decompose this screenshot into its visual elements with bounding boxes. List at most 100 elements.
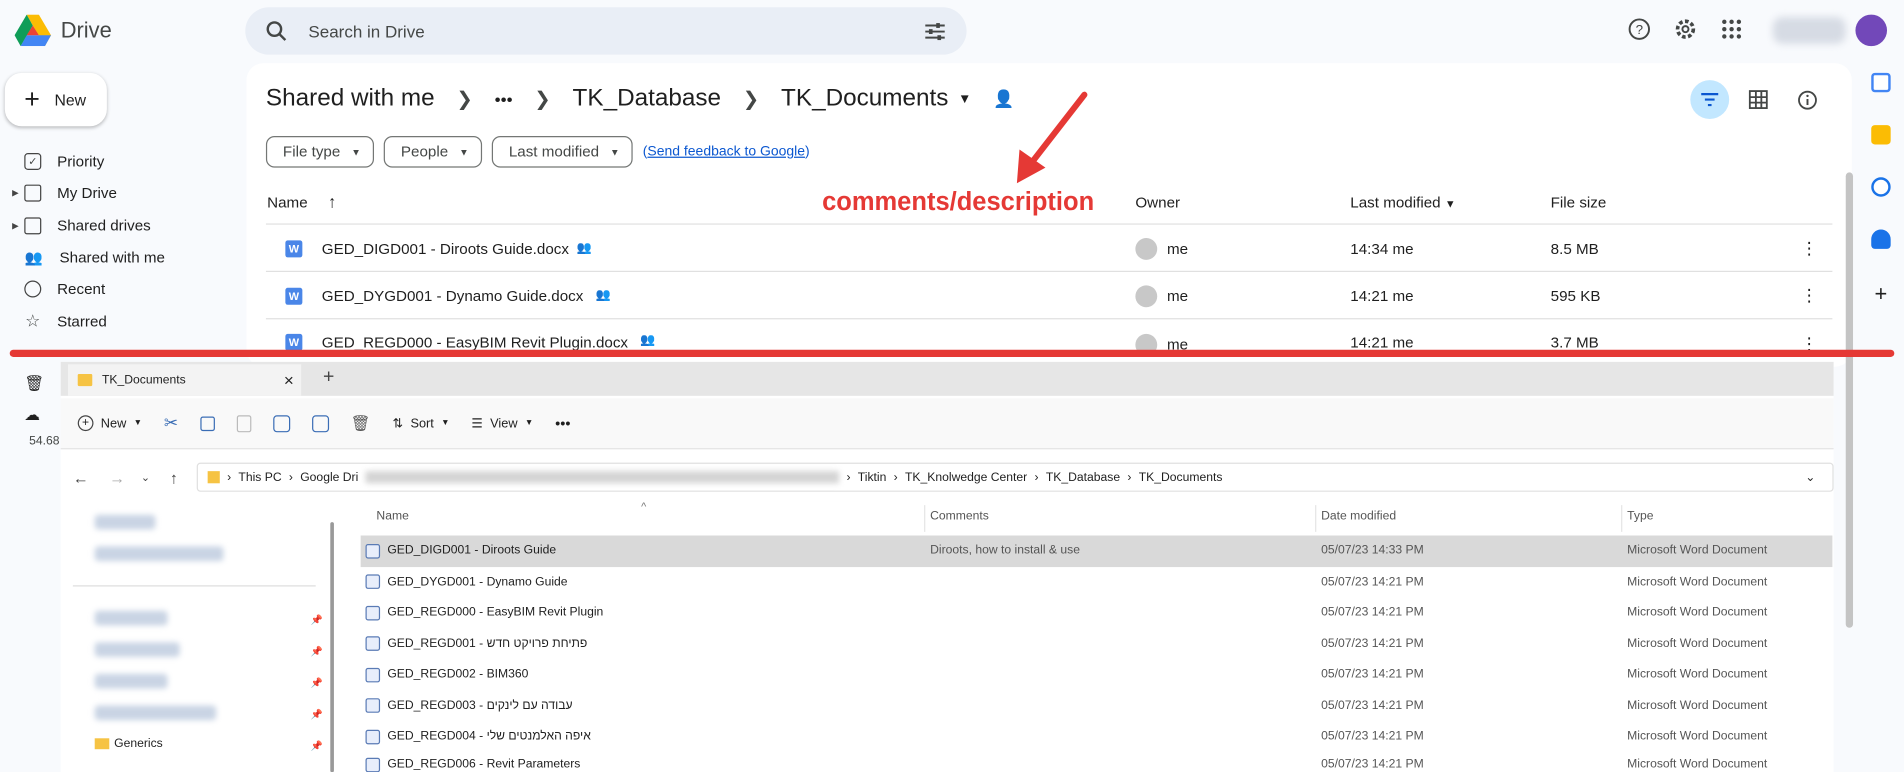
explorer-file-name: GED_REGD001 - פתיחת פרויקט חדש: [387, 637, 588, 651]
explorer-file-row[interactable]: GED_REGD003 - עבודה עם לינקים 05/07/23 14…: [361, 690, 1833, 721]
recent-locations-icon[interactable]: ⌄: [141, 471, 150, 484]
explorer-file-row[interactable]: GED_REGD006 - Revit Parameters 05/07/23 1…: [361, 752, 1833, 772]
explorer-sort-button[interactable]: ⇅ Sort ▼: [392, 416, 449, 431]
path-segment[interactable]: TK_Documents: [1139, 471, 1223, 484]
paste-icon[interactable]: [236, 414, 251, 432]
explorer-column-type[interactable]: Type: [1627, 510, 1653, 523]
word-doc-icon: [365, 543, 381, 559]
blurred-path: [365, 471, 840, 484]
sort-caret-up-icon: ^: [641, 500, 647, 513]
explorer-file-row[interactable]: GED_DIGD001 - Diroots Guide Diroots, how …: [360, 535, 1833, 567]
word-doc-icon: [365, 605, 381, 621]
explorer-file-row[interactable]: GED_DYGD001 - Dynamo Guide 05/07/23 14:21…: [361, 566, 1833, 597]
explorer-file-name: GED_REGD000 - EasyBIM Revit Plugin: [387, 606, 604, 620]
column-divider[interactable]: [924, 505, 926, 532]
path-segment[interactable]: This PC: [238, 471, 281, 484]
nav-item-blurred[interactable]: [94, 610, 168, 626]
explorer-tab[interactable]: TK_Documents ×: [68, 364, 302, 396]
column-divider[interactable]: [1621, 505, 1623, 532]
explorer-file-date: 05/07/23 14:21 PM: [1321, 757, 1424, 771]
nav-item-blurred[interactable]: [94, 642, 180, 657]
caret-down-icon: ▼: [441, 418, 450, 428]
view-icon: ☰: [471, 415, 483, 431]
explorer-file-type: Microsoft Word Document: [1627, 544, 1768, 558]
close-icon[interactable]: ×: [284, 370, 294, 389]
pin-icon: 📌: [310, 677, 323, 689]
explorer-file-date: 05/07/23 14:21 PM: [1321, 575, 1424, 589]
explorer-file-type: Microsoft Word Document: [1627, 575, 1768, 589]
nav-item-generics[interactable]: Generics: [94, 737, 163, 751]
forward-icon[interactable]: →: [109, 468, 125, 486]
explorer-file-name: GED_REGD006 - Revit Parameters: [387, 757, 581, 771]
explorer-file-date: 05/07/23 14:21 PM: [1321, 699, 1424, 713]
pin-icon: 📌: [310, 646, 323, 657]
folder-icon: [94, 738, 110, 750]
explorer-column-name[interactable]: Name: [376, 510, 408, 523]
word-doc-icon: [365, 698, 381, 714]
nav-scrollbar[interactable]: [330, 522, 334, 772]
word-doc-icon: [365, 667, 381, 683]
more-options-button[interactable]: •••: [555, 415, 570, 432]
explorer-view-button[interactable]: ☰ View ▼: [471, 416, 533, 431]
nav-item-label: Generics: [114, 737, 163, 751]
column-label: Date modified: [1321, 510, 1397, 524]
explorer-file-type: Microsoft Word Document: [1627, 606, 1768, 620]
explorer-file-row[interactable]: GED_REGD002 - BIM360 05/07/23 14:21 PM Mic…: [361, 659, 1833, 690]
word-doc-icon: [365, 757, 381, 772]
explorer-new-button[interactable]: + New ▼: [77, 415, 142, 432]
explorer-file-type: Microsoft Word Document: [1627, 730, 1768, 744]
path-segment[interactable]: Tiktin: [858, 471, 887, 484]
nav-item-blurred[interactable]: [94, 673, 168, 689]
chevron-right-icon: ›: [846, 470, 851, 484]
explorer-file-date: 05/07/23 14:21 PM: [1321, 668, 1424, 682]
toolbar-label: New: [100, 415, 127, 431]
plus-circle-icon: +: [77, 415, 94, 432]
explorer-file-row[interactable]: GED_REGD004 - איפה האלמנטים שלי 05/07/23 …: [361, 721, 1833, 752]
explorer-file-date: 05/07/23 14:21 PM: [1321, 730, 1424, 744]
tab-title: TK_Documents: [102, 373, 186, 387]
path-segment[interactable]: TK_Database: [1046, 471, 1120, 484]
explorer-file-name: GED_REGD004 - איפה האלמנטים שלי: [387, 730, 591, 744]
cut-icon[interactable]: ✂: [164, 413, 178, 434]
chevron-right-icon: ›: [1127, 470, 1132, 484]
explorer-file-name: GED_DYGD001 - Dynamo Guide: [387, 575, 568, 589]
pin-icon: 📌: [310, 614, 323, 626]
nav-item-blurred[interactable]: [94, 514, 156, 530]
explorer-file-type: Microsoft Word Document: [1627, 699, 1768, 713]
explorer-file-name: GED_DIGD001 - Diroots Guide: [387, 544, 557, 558]
chevron-right-icon: ›: [288, 470, 293, 484]
explorer-column-date[interactable]: Date modified: [1321, 510, 1396, 523]
explorer-file-row[interactable]: GED_REGD001 - פתיחת פרויקט חדש 05/07/23 1…: [361, 628, 1833, 659]
column-label: Comments: [930, 510, 989, 524]
explorer-address-row: ← → ⌄ ↑ › This PC › Google Dri › Tiktin …: [61, 459, 1834, 495]
divider-line: [9, 349, 1895, 358]
navigation-pane: Generics 📌 📌 📌 📌 📌: [61, 503, 334, 772]
address-dropdown-icon[interactable]: ⌄: [1805, 471, 1815, 484]
chevron-right-icon: ›: [1034, 470, 1039, 484]
explorer-file-date: 05/07/23 14:21 PM: [1321, 637, 1424, 651]
column-divider[interactable]: [1315, 505, 1317, 532]
nav-item-blurred[interactable]: [94, 546, 224, 562]
explorer-file-date: 05/07/23 14:33 PM: [1321, 544, 1424, 558]
back-icon[interactable]: ←: [73, 468, 89, 486]
explorer-file-row[interactable]: GED_REGD000 - EasyBIM Revit Plugin 05/07/…: [361, 597, 1833, 628]
path-segment[interactable]: Google Dri: [300, 471, 358, 484]
share-icon[interactable]: [311, 414, 329, 432]
explorer-file-name: GED_REGD003 - עבודה עם לינקים: [387, 699, 573, 713]
path-segment[interactable]: TK_Knolwedge Center: [905, 471, 1027, 484]
new-tab-button[interactable]: +: [323, 367, 334, 389]
pin-icon: 📌: [310, 740, 323, 752]
caret-down-icon: ▼: [524, 418, 534, 428]
word-doc-icon: [365, 574, 381, 590]
nav-divider: [72, 585, 316, 587]
explorer-file-comment: Diroots, how to install & use: [930, 544, 1080, 558]
chevron-right-icon: ›: [893, 470, 898, 484]
explorer-column-comments[interactable]: Comments: [930, 510, 989, 523]
nav-item-blurred[interactable]: [94, 705, 217, 721]
address-bar[interactable]: › This PC › Google Dri › Tiktin › TK_Kno…: [196, 462, 1834, 492]
up-icon[interactable]: ↑: [170, 468, 178, 486]
explorer-file-date: 05/07/23 14:21 PM: [1321, 606, 1424, 620]
copy-icon[interactable]: [199, 415, 215, 431]
rename-icon[interactable]: [272, 414, 290, 432]
delete-icon[interactable]: 🗑: [351, 413, 371, 432]
